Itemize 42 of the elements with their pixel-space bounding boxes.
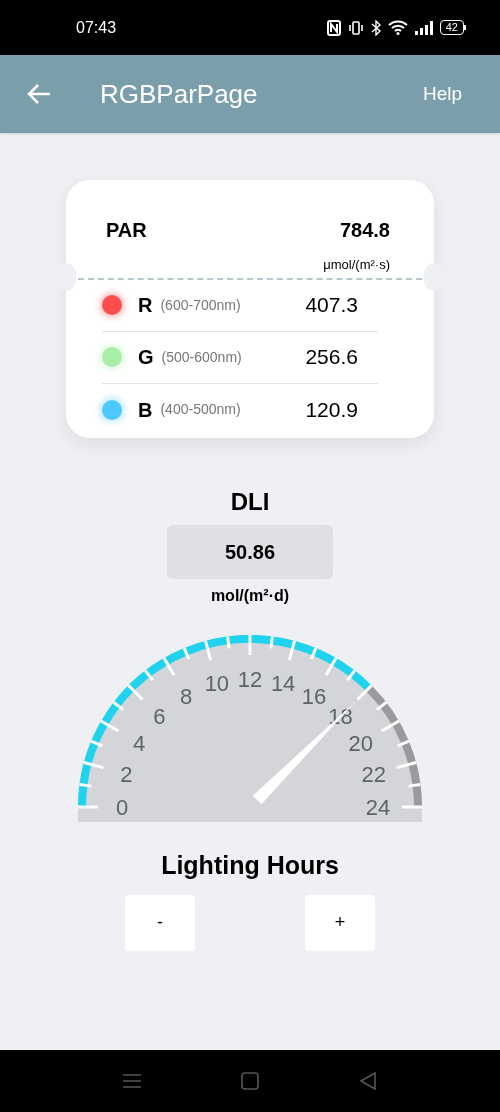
dli-unit: mol/(m²·d) bbox=[210, 586, 290, 606]
channel-value: 120.9 bbox=[305, 396, 358, 423]
increase-button[interactable]: + bbox=[305, 894, 375, 951]
nfc-icon bbox=[326, 19, 341, 36]
dli-value: 50.86 bbox=[224, 540, 276, 565]
dial-number: 24 bbox=[365, 795, 391, 820]
dial-number: 20 bbox=[348, 731, 374, 756]
dial-number: 14 bbox=[270, 671, 296, 697]
par-unit: μmol/(m²·s) bbox=[323, 256, 390, 274]
par-label: PAR bbox=[106, 218, 147, 243]
channel-value: 407.3 bbox=[305, 292, 358, 319]
dial-number: 6 bbox=[153, 704, 166, 730]
channel-letter: B bbox=[138, 397, 153, 423]
menu-icon[interactable] bbox=[123, 1073, 141, 1089]
par-value: 784.8 bbox=[339, 218, 390, 243]
channel-range: (400-500nm) bbox=[160, 400, 241, 419]
wifi-icon bbox=[387, 20, 408, 35]
back-triangle-icon[interactable] bbox=[359, 1072, 377, 1090]
dial-number: 22 bbox=[361, 761, 386, 787]
decrease-button[interactable]: - bbox=[125, 894, 195, 951]
page-title: RGBParPage bbox=[100, 77, 258, 111]
channel-letter: G bbox=[138, 345, 154, 370]
channel-value: 256.6 bbox=[305, 344, 358, 371]
dial-number: 8 bbox=[179, 684, 193, 710]
dial-number: 10 bbox=[204, 671, 230, 697]
dial-number: 16 bbox=[301, 684, 327, 710]
dial-number: 12 bbox=[237, 667, 263, 692]
signal-icon bbox=[414, 20, 433, 35]
vibrate-icon bbox=[347, 20, 364, 35]
status-time: 07:43 bbox=[76, 17, 117, 38]
home-square-icon[interactable] bbox=[241, 1072, 259, 1090]
channel-letter: R bbox=[138, 293, 153, 318]
dial-number: 0 bbox=[115, 795, 129, 820]
channel-range: (600-700nm) bbox=[160, 295, 241, 315]
dial-number: 4 bbox=[133, 731, 146, 756]
dli-title: DLI bbox=[230, 487, 270, 517]
back-arrow-icon[interactable] bbox=[26, 83, 52, 105]
bluetooth-icon bbox=[370, 19, 381, 36]
lighting-hours-title: Lighting Hours bbox=[161, 850, 339, 881]
dial-number: 2 bbox=[120, 761, 133, 787]
channel-range: (500-600nm) bbox=[161, 347, 242, 367]
battery-level: 42 bbox=[439, 20, 464, 35]
